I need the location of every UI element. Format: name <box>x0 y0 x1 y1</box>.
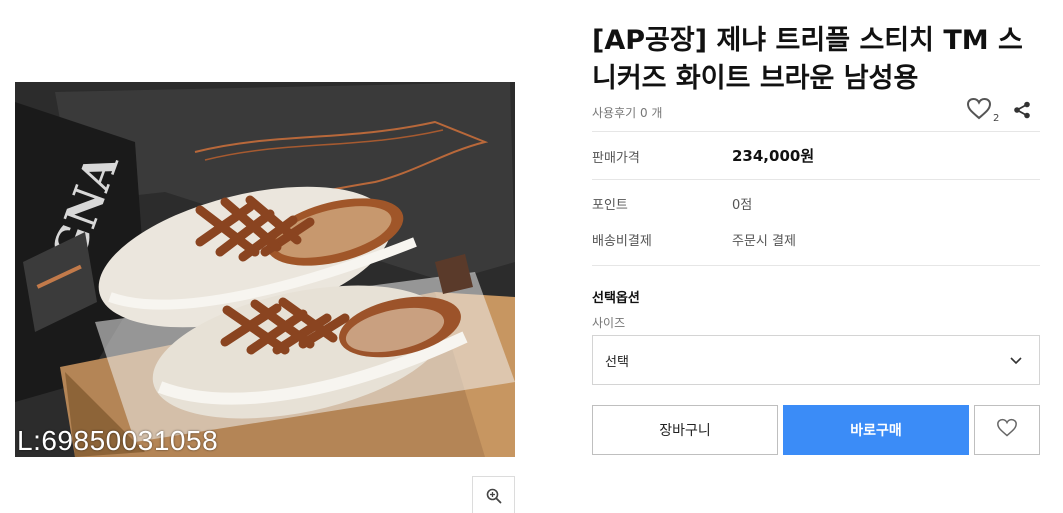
product-photo: GNA <box>15 82 515 457</box>
heart-icon <box>996 418 1018 442</box>
options-title: 선택옵션 <box>592 291 640 306</box>
product-title: [AP공장] 제냐 트리플 스티치 TM 스니커즈 화이트 브라운 남성용 <box>592 25 1023 94</box>
share-button[interactable] <box>1013 101 1031 123</box>
divider <box>592 179 1040 180</box>
heart-icon <box>966 97 992 125</box>
chevron-down-icon <box>1009 351 1023 370</box>
shipping-label: 배송비결제 <box>592 234 652 249</box>
points-label: 포인트 <box>592 198 628 213</box>
review-count[interactable]: 사용후기 0 개 <box>592 104 662 121</box>
wishlist-toggle[interactable]: 2 <box>966 97 999 125</box>
add-to-cart-label: 장바구니 <box>659 423 711 439</box>
product-image: GNA L:69850031058 <box>15 82 515 457</box>
divider <box>592 265 1040 266</box>
size-select-value: 선택 <box>605 354 629 370</box>
price-label: 판매가격 <box>592 151 640 166</box>
add-to-cart-button[interactable]: 장바구니 <box>592 405 778 455</box>
wish-count: 2 <box>993 113 1000 124</box>
divider <box>592 131 1040 132</box>
points-value: 0점 <box>732 198 753 213</box>
size-label: 사이즈 <box>592 316 626 330</box>
wishlist-button[interactable] <box>974 405 1040 455</box>
buy-now-button[interactable]: 바로구매 <box>783 405 969 455</box>
share-icon <box>1013 101 1031 123</box>
zoom-button[interactable] <box>472 476 515 513</box>
zoom-in-icon <box>486 488 502 508</box>
size-select[interactable]: 선택 <box>592 335 1040 385</box>
shipping-value: 주문시 결제 <box>732 234 796 249</box>
image-watermark: L:69850031058 <box>17 425 219 456</box>
buy-now-label: 바로구매 <box>850 423 902 439</box>
price-value: 234,000원 <box>732 147 815 165</box>
